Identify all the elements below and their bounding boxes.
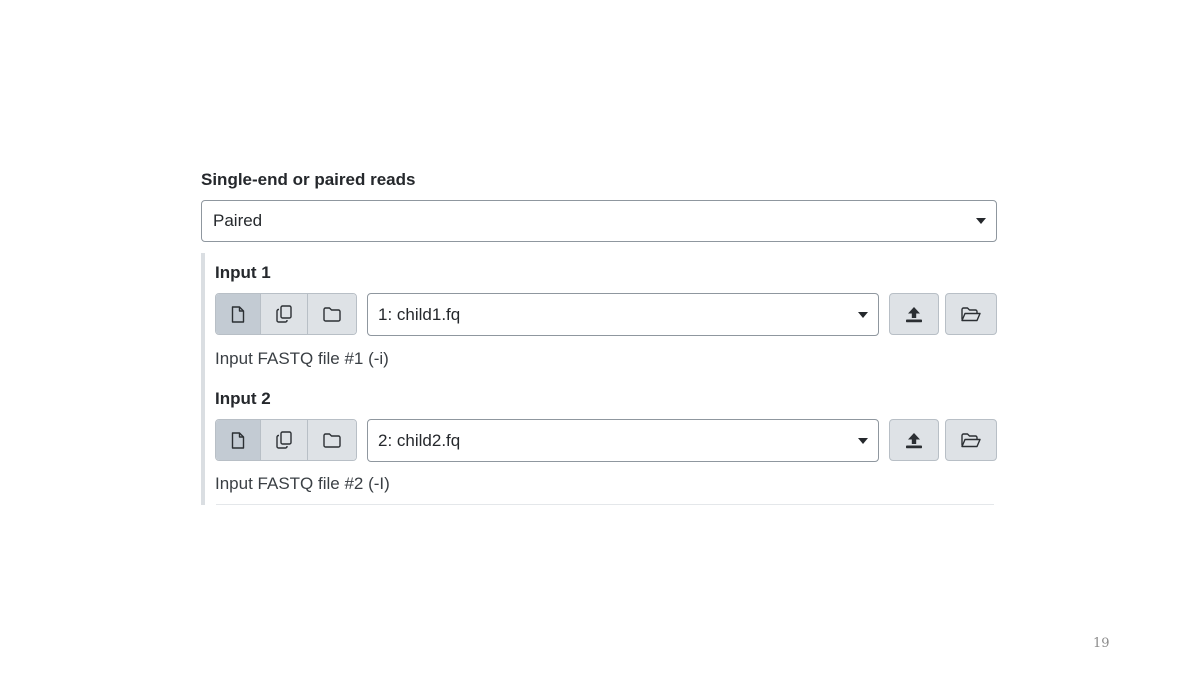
input-1-help: Input FASTQ file #1 (-i)	[215, 349, 389, 368]
input-2-dataset-value: 2: child2.fq	[378, 430, 461, 450]
reads-mode-value: Paired	[213, 211, 263, 230]
caret-down-icon	[858, 437, 868, 444]
input-2-dataset-select[interactable]: 2: child2.fq	[367, 419, 879, 462]
section-divider	[216, 504, 994, 505]
caret-down-icon	[858, 311, 868, 318]
copy-icon	[276, 431, 292, 449]
single-dataset-button[interactable]	[216, 294, 261, 334]
input-1-upload-button[interactable]	[889, 293, 939, 335]
input-1-mode-group	[215, 293, 357, 335]
upload-icon	[906, 432, 922, 448]
multiple-datasets-button[interactable]	[261, 420, 308, 460]
dataset-collection-button[interactable]	[308, 294, 356, 334]
input-2-help: Input FASTQ file #2 (-I)	[215, 474, 390, 493]
single-dataset-button[interactable]	[216, 420, 261, 460]
file-icon	[231, 305, 245, 323]
folder-open-icon	[961, 432, 981, 447]
input-1-dataset-value: 1: child1.fq	[378, 304, 461, 324]
folder-open-icon	[961, 306, 981, 321]
input-1-browse-button[interactable]	[945, 293, 997, 335]
folder-icon	[323, 432, 341, 448]
upload-icon	[906, 306, 922, 322]
reads-mode-select[interactable]: Paired	[201, 200, 997, 242]
reads-mode-label: Single-end or paired reads	[201, 170, 416, 189]
input-1-title: Input 1	[215, 263, 271, 282]
input-2-browse-button[interactable]	[945, 419, 997, 461]
input-2-title: Input 2	[215, 389, 271, 408]
page-number: 19	[1093, 636, 1110, 651]
dataset-collection-button[interactable]	[308, 420, 356, 460]
input-1-dataset-select[interactable]: 1: child1.fq	[367, 293, 879, 336]
folder-icon	[323, 306, 341, 322]
copy-icon	[276, 305, 292, 323]
input-2-mode-group	[215, 419, 357, 461]
paired-inputs-section	[201, 253, 997, 505]
caret-down-icon	[976, 218, 986, 224]
file-icon	[231, 431, 245, 449]
multiple-datasets-button[interactable]	[261, 294, 308, 334]
input-2-upload-button[interactable]	[889, 419, 939, 461]
